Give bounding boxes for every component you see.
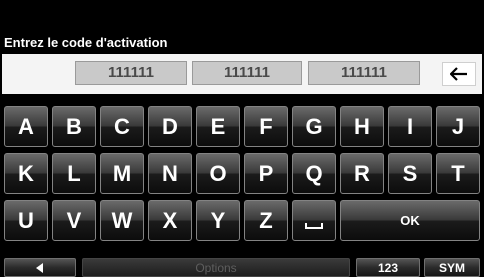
key-u[interactable]: U <box>4 200 48 241</box>
key-x[interactable]: X <box>148 200 192 241</box>
triangle-left-icon <box>36 262 43 273</box>
key-a[interactable]: A <box>4 106 48 147</box>
space-bar-icon <box>305 222 323 229</box>
key-v[interactable]: V <box>52 200 96 241</box>
key-n[interactable]: N <box>148 153 192 194</box>
key-r[interactable]: R <box>340 153 384 194</box>
key-w[interactable]: W <box>100 200 144 241</box>
key-z[interactable]: Z <box>244 200 288 241</box>
page-title: Entrez le code d'activation <box>4 35 168 50</box>
options-button[interactable]: Options <box>82 258 350 277</box>
keyboard: A B C D E F G H I J K L M N O P Q R S T … <box>0 104 484 244</box>
code-field-3[interactable]: 111111 <box>308 61 420 85</box>
symbols-button[interactable]: SYM <box>424 258 480 277</box>
key-b[interactable]: B <box>52 106 96 147</box>
backspace-button[interactable] <box>442 62 476 86</box>
code-field-1[interactable]: 111111 <box>75 61 187 85</box>
key-p[interactable]: P <box>244 153 288 194</box>
bottom-toolbar: Options 123 SYM <box>0 258 484 277</box>
key-q[interactable]: Q <box>292 153 336 194</box>
space-key[interactable] <box>292 200 336 241</box>
key-s[interactable]: S <box>388 153 432 194</box>
arrow-left-icon <box>450 67 467 81</box>
key-i[interactable]: I <box>388 106 432 147</box>
key-m[interactable]: M <box>100 153 144 194</box>
numbers-button[interactable]: 123 <box>356 258 420 277</box>
key-d[interactable]: D <box>148 106 192 147</box>
key-k[interactable]: K <box>4 153 48 194</box>
ok-button[interactable]: OK <box>340 200 480 241</box>
key-o[interactable]: O <box>196 153 240 194</box>
key-y[interactable]: Y <box>196 200 240 241</box>
key-c[interactable]: C <box>100 106 144 147</box>
code-field-2[interactable]: 111111 <box>192 61 302 85</box>
key-t[interactable]: T <box>436 153 480 194</box>
key-j[interactable]: J <box>436 106 480 147</box>
key-g[interactable]: G <box>292 106 336 147</box>
key-f[interactable]: F <box>244 106 288 147</box>
activation-code-bar: 111111 111111 111111 <box>2 54 482 94</box>
key-l[interactable]: L <box>52 153 96 194</box>
back-button[interactable] <box>4 258 76 277</box>
key-h[interactable]: H <box>340 106 384 147</box>
key-e[interactable]: E <box>196 106 240 147</box>
